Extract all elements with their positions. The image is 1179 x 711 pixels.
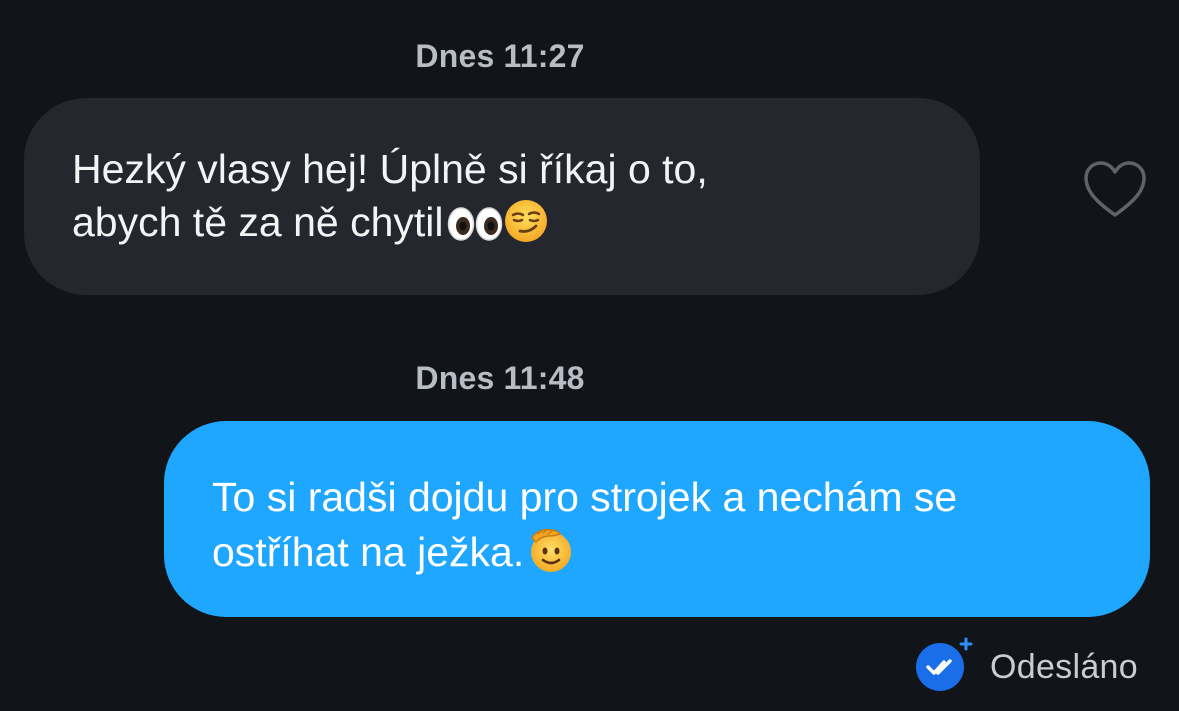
message-text-line-with-emoji: abych tě za ně chytil xyxy=(72,196,980,257)
message-text-line-with-emoji: ostříhat na ježka. xyxy=(212,524,1150,587)
timestamp: Dnes 11:27 xyxy=(415,38,585,74)
message-text: ostříhat na ježka. xyxy=(212,529,525,575)
timestamp: Dnes 11:48 xyxy=(415,360,585,396)
message-text-line: To si radši dojdu pro strojek a nechám s… xyxy=(212,474,958,520)
eyes-emoji-icon xyxy=(447,204,503,257)
heart-icon[interactable] xyxy=(1082,160,1148,220)
smirking-face-emoji-icon xyxy=(503,198,549,257)
message-text-line: Hezký vlasy hej! Úplně si říkaj o to, xyxy=(72,146,708,192)
sent-double-check-icon xyxy=(914,637,973,693)
status-label: Odesláno xyxy=(990,647,1138,686)
message-status: Odesláno xyxy=(914,636,1138,698)
message-text: abych tě za ně chytil xyxy=(72,199,444,245)
incoming-message-bubble[interactable]: Hezký vlasy hej! Úplně si říkaj o to, ab… xyxy=(24,98,980,295)
outgoing-message-bubble[interactable]: To si radši dojdu pro strojek a nechám s… xyxy=(164,421,1150,617)
saluting-face-emoji-icon xyxy=(524,524,576,587)
